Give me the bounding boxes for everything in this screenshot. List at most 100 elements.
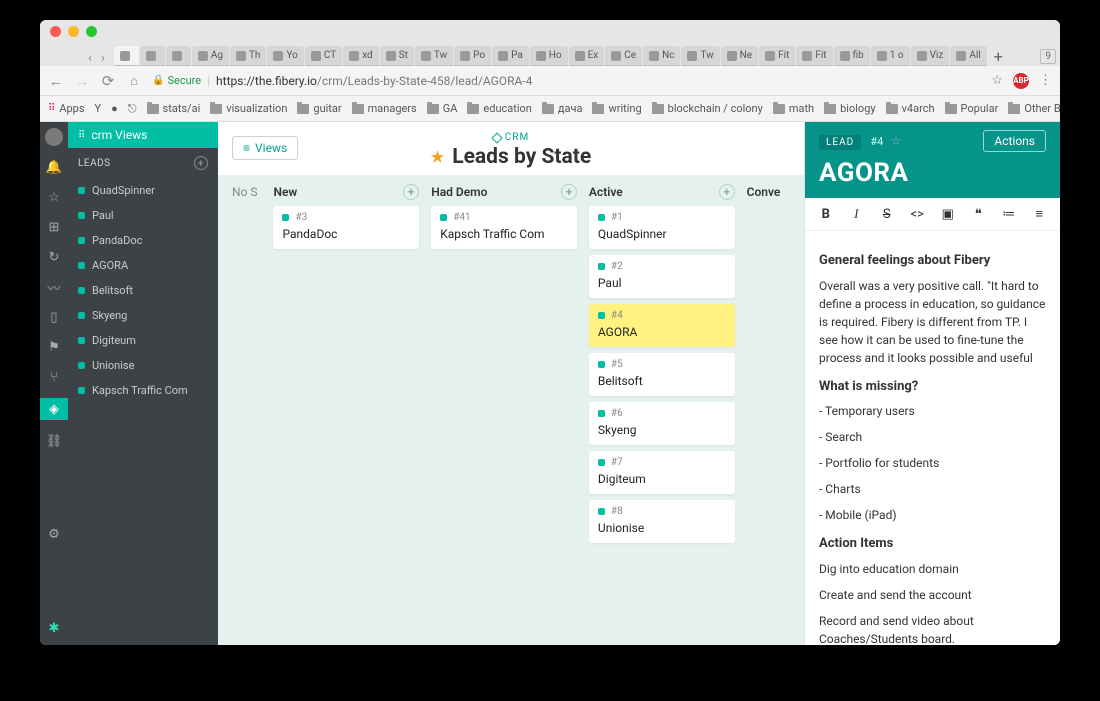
bookmark-folder[interactable]: v4arch [886,102,935,115]
branch-icon[interactable]: ⑂ [45,368,63,386]
strike-icon[interactable]: S [880,207,894,222]
star-icon[interactable]: ★ [431,148,444,166]
browser-tab[interactable]: Ho [530,46,568,66]
bookmark-star-icon[interactable]: ☆ [991,73,1003,88]
activity-icon[interactable]: ⛓ [45,432,63,450]
lead-card[interactable]: #2Paul [589,255,735,298]
browser-tab[interactable]: St [380,46,414,66]
browser-tab[interactable]: Nc [643,46,680,66]
browser-tab[interactable]: 1 o [871,46,910,66]
sidebar-item[interactable]: AGORA [68,253,218,278]
quote-icon[interactable]: ❝ [972,207,986,222]
bookmark-folder[interactable]: Popular [945,102,999,115]
add-lead-icon[interactable]: + [194,156,208,170]
apps-shortcut[interactable]: ⠿Apps [48,102,85,115]
entity-star-icon[interactable]: ☆ [891,134,902,148]
lead-card[interactable]: #8Unionise [589,500,735,543]
bookmark-folder[interactable]: managers [352,102,417,115]
avatar[interactable] [45,128,63,146]
browser-tab[interactable]: Fit [796,46,832,66]
browser-tab[interactable]: Pa [492,46,529,66]
browser-tab[interactable] [140,46,165,66]
bookmark-folder[interactable]: GA [427,102,458,115]
browser-tab[interactable]: CT [305,46,342,66]
browser-tab[interactable]: Tw [681,46,719,66]
browser-tab[interactable]: Fit [759,46,795,66]
code-icon[interactable]: <> [911,207,925,222]
bookmark-item[interactable]: ● [111,102,118,115]
tab-back-icon[interactable]: ‹ [88,51,92,66]
crm-breadcrumb[interactable]: CRM [493,132,529,143]
forward-icon[interactable]: → [74,72,90,90]
home-icon[interactable]: ⌂ [126,73,142,89]
add-card-icon[interactable]: + [719,184,735,200]
numbered-list-icon[interactable]: ≡ [1033,206,1047,222]
bold-icon[interactable]: B [819,207,833,222]
browser-tab[interactable]: fib [834,46,870,66]
browser-tab[interactable]: Ex [569,46,605,66]
settings-icon[interactable]: ⚙ [45,526,63,544]
other-bookmarks[interactable]: Other Bookmarks [1008,102,1060,115]
menu-icon[interactable]: ⋮ [1039,73,1052,88]
bookmark-folder[interactable]: guitar [297,102,341,115]
lead-card[interactable]: #41Kapsch Traffic Com [431,206,577,249]
maximize-window-icon[interactable] [86,26,97,37]
bookmark-folder[interactable]: дача [542,102,583,115]
favorites-icon[interactable]: ☆ [45,188,63,206]
history-icon[interactable]: ↻ [45,248,63,266]
notifications-icon[interactable]: 🔔 [45,158,63,176]
lead-card[interactable]: #4AGORA [589,304,735,347]
bookmark-folder[interactable]: math [773,102,814,115]
sidebar-item[interactable]: PandaDoc [68,228,218,253]
bug-report-icon[interactable]: ✱ [45,619,63,637]
new-tab-button[interactable]: + [988,47,1009,66]
docs-icon[interactable]: ▯ [45,308,63,326]
bookmark-folder[interactable]: biology [824,102,875,115]
sidebar-item[interactable]: Skyeng [68,303,218,328]
sidebar-item[interactable]: QuadSpinner [68,178,218,203]
lead-card[interactable]: #6Skyeng [589,402,735,445]
reload-icon[interactable]: ⟳ [100,72,116,90]
reports-icon[interactable]: 〰 [45,278,63,296]
minimize-window-icon[interactable] [68,26,79,37]
bullet-list-icon[interactable]: ≔ [1002,207,1016,222]
browser-tab[interactable] [114,46,139,66]
abp-extension-icon[interactable]: ABP [1013,73,1029,89]
bookmark-item[interactable]: ⎋ [128,102,137,116]
crm-app-icon[interactable]: ◈ [40,398,68,420]
flag-icon[interactable]: ⚑ [45,338,63,356]
lead-card[interactable]: #5Belitsoft [589,353,735,396]
browser-tab[interactable]: Ag [192,46,229,66]
dashboard-icon[interactable]: ⊞ [45,218,63,236]
bookmark-folder[interactable]: blockchain / colony [652,102,763,115]
italic-icon[interactable]: I [850,206,864,222]
sidebar-item[interactable]: Unionise [68,353,218,378]
browser-tab[interactable]: All [950,46,986,66]
detail-body[interactable]: General feelings about Fibery Overall wa… [805,231,1060,645]
close-window-icon[interactable] [50,26,61,37]
lead-card[interactable]: #3PandaDoc [273,206,419,249]
browser-tab[interactable]: Yo [267,46,303,66]
back-icon[interactable]: ← [48,72,64,90]
bookmark-folder[interactable]: stats/ai [147,102,201,115]
browser-tab[interactable]: Tw [415,46,453,66]
sidebar-item[interactable]: Paul [68,203,218,228]
browser-tab[interactable]: Th [230,46,266,66]
browser-tab[interactable]: Viz [911,46,950,66]
browser-tab[interactable] [166,46,191,66]
actions-button[interactable]: Actions [983,130,1046,152]
sidebar-item[interactable]: Belitsoft [68,278,218,303]
sidebar-item[interactable]: Digiteum [68,328,218,353]
address-bar[interactable]: 🔒Secure | https://the.fibery.io/crm/Lead… [152,74,981,88]
sidebar-item[interactable]: Kapsch Traffic Com [68,378,218,403]
browser-tab[interactable]: Ce [605,46,642,66]
bookmark-folder[interactable]: writing [592,102,641,115]
bookmark-folder[interactable]: visualization [210,102,287,115]
lead-card[interactable]: #1QuadSpinner [589,206,735,249]
tab-fwd-icon[interactable]: › [101,51,105,66]
views-button[interactable]: ≡ Views [232,136,298,160]
bookmark-folder[interactable]: education [467,102,531,115]
image-icon[interactable]: ▣ [941,207,955,222]
browser-tab[interactable]: Po [454,46,491,66]
browser-tab[interactable]: Ne [721,46,758,66]
